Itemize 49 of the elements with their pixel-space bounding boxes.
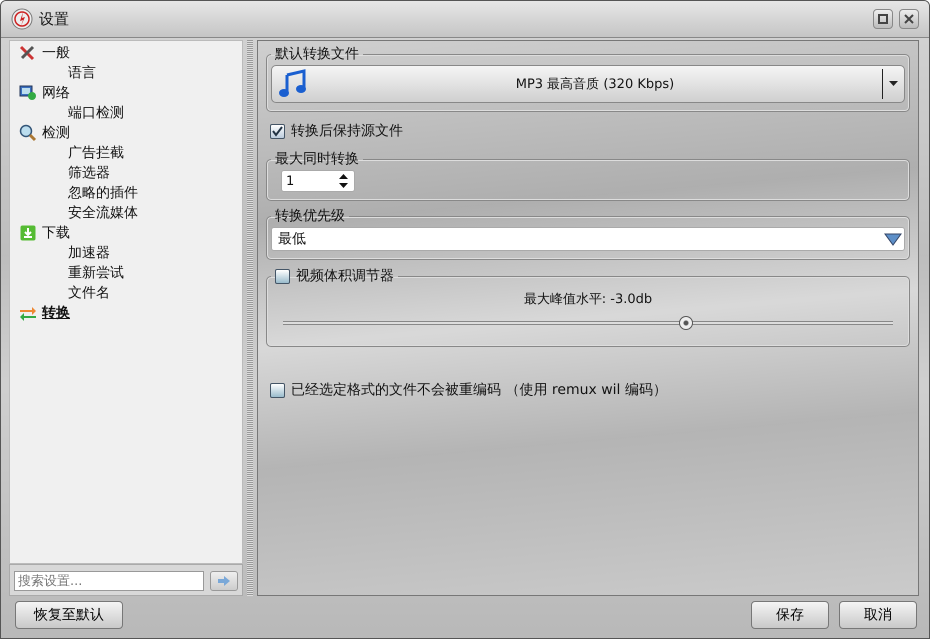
download-icon xyxy=(18,225,38,241)
checkbox-label[interactable]: 转换后保持源文件 xyxy=(291,122,403,140)
music-note-icon xyxy=(278,69,308,99)
group-title: 最大同时转换 xyxy=(274,150,360,168)
tree-item[interactable]: 一般 xyxy=(18,43,242,63)
format-dropdown[interactable]: MP3 最高音质 (320 Kbps) xyxy=(271,65,905,103)
peak-level-reading: 最大峰值水平: -3.0db xyxy=(522,291,654,308)
restore-defaults-button[interactable]: 恢复至默认 xyxy=(15,601,123,629)
checkbox[interactable] xyxy=(275,268,290,284)
tree-item[interactable]: 转换 xyxy=(18,303,242,323)
checkbox[interactable] xyxy=(270,124,285,138)
checkbox-label[interactable]: 视频体积调节器 xyxy=(296,267,394,285)
tree-item[interactable]: 安全流媒体 xyxy=(18,203,242,223)
chevron-down-icon xyxy=(884,232,902,246)
tree-item[interactable]: 忽略的插件 xyxy=(18,183,242,203)
group-title: 转换优先级 xyxy=(274,207,346,225)
tree-item[interactable]: 文件名 xyxy=(18,283,242,303)
caret-icon xyxy=(889,81,898,87)
search-field[interactable]: 搜索设置... xyxy=(14,571,204,591)
search-icon xyxy=(18,124,38,142)
close-icon xyxy=(904,14,914,24)
tree-item[interactable]: 语言 xyxy=(18,63,242,83)
priority-dropdown[interactable]: 最低 xyxy=(271,227,905,251)
group-title: 默认转换文件 xyxy=(274,45,360,63)
checkmark-icon xyxy=(272,126,283,136)
close-button[interactable] xyxy=(899,9,919,29)
splitter-handle[interactable] xyxy=(247,40,253,596)
tree-item[interactable]: 筛选器 xyxy=(18,163,242,183)
save-button[interactable]: 保存 xyxy=(751,601,829,629)
slider-thumb[interactable] xyxy=(678,316,693,330)
swap-arrows-icon xyxy=(18,305,38,321)
checkbox-label[interactable]: 已经选定格式的文件不会被重编码 （使用 remux wil 编码） xyxy=(291,381,667,399)
maximize-icon xyxy=(878,14,888,24)
number-spinner[interactable]: 1 xyxy=(281,170,355,192)
window-title: 设置 xyxy=(39,10,69,28)
tree-item[interactable]: 加速器 xyxy=(18,243,242,263)
app-logo-icon xyxy=(11,8,33,30)
maximize-button[interactable] xyxy=(873,9,893,29)
spinner-arrows-icon xyxy=(339,174,348,188)
arrow-right-icon xyxy=(217,575,232,587)
checkbox[interactable] xyxy=(270,382,285,398)
tree-item[interactable]: 端口检测 xyxy=(18,103,242,123)
tree-item[interactable]: 网络 xyxy=(18,83,242,103)
tree-item[interactable]: 下载 xyxy=(18,223,242,243)
cancel-button[interactable]: 取消 xyxy=(839,601,917,629)
network-icon xyxy=(18,85,38,101)
tree-item[interactable]: 广告拦截 xyxy=(18,143,242,163)
tree-item[interactable]: 检测 xyxy=(18,123,242,143)
tree-item[interactable]: 重新尝试 xyxy=(18,263,242,283)
